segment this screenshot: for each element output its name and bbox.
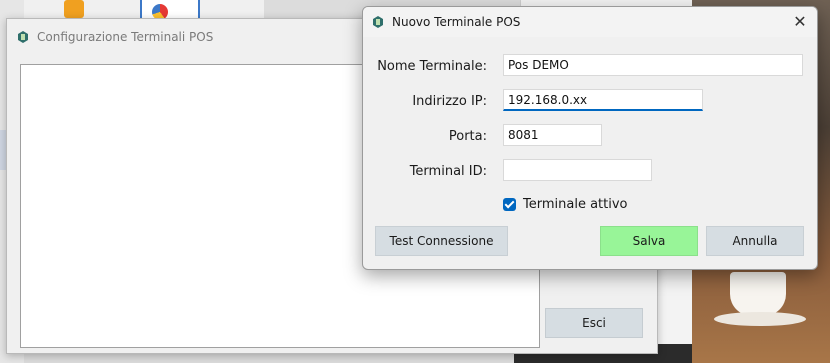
dialog-titlebar: Nuovo Terminale POS ✕ xyxy=(363,7,817,37)
active-terminal-checkbox[interactable]: Terminale attivo xyxy=(503,197,628,212)
saucer-image xyxy=(714,312,806,326)
cancel-button[interactable]: Annulla xyxy=(706,226,804,256)
app-icon xyxy=(372,16,384,28)
window-title: Configurazione Terminali POS xyxy=(37,30,214,44)
test-connection-button[interactable]: Test Connessione xyxy=(375,226,508,256)
active-terminal-label: Terminale attivo xyxy=(523,197,628,212)
app-icon xyxy=(17,31,29,43)
dialog-title: Nuovo Terminale POS xyxy=(392,15,521,29)
new-terminal-dialog: Nuovo Terminale POS ✕ Nome Terminale: Po… xyxy=(362,6,818,270)
ip-address-input[interactable]: 192.168.0.xx xyxy=(503,89,703,111)
exit-button[interactable]: Esci xyxy=(545,308,643,338)
save-button[interactable]: Salva xyxy=(600,226,698,256)
port-label: Porta: xyxy=(448,129,487,144)
port-input[interactable]: 8081 xyxy=(503,124,602,146)
coffee-cup-image xyxy=(730,272,786,316)
terminal-id-label: Terminal ID: xyxy=(409,164,487,179)
terminal-name-input[interactable]: Pos DEMO xyxy=(503,54,803,76)
ip-address-label: Indirizzo IP: xyxy=(412,94,487,109)
close-icon[interactable]: ✕ xyxy=(791,13,809,31)
terminal-name-label: Nome Terminale: xyxy=(377,59,487,74)
background-app-icon xyxy=(64,0,84,18)
checkmark-icon[interactable] xyxy=(503,198,516,211)
terminal-id-input[interactable] xyxy=(503,159,652,181)
